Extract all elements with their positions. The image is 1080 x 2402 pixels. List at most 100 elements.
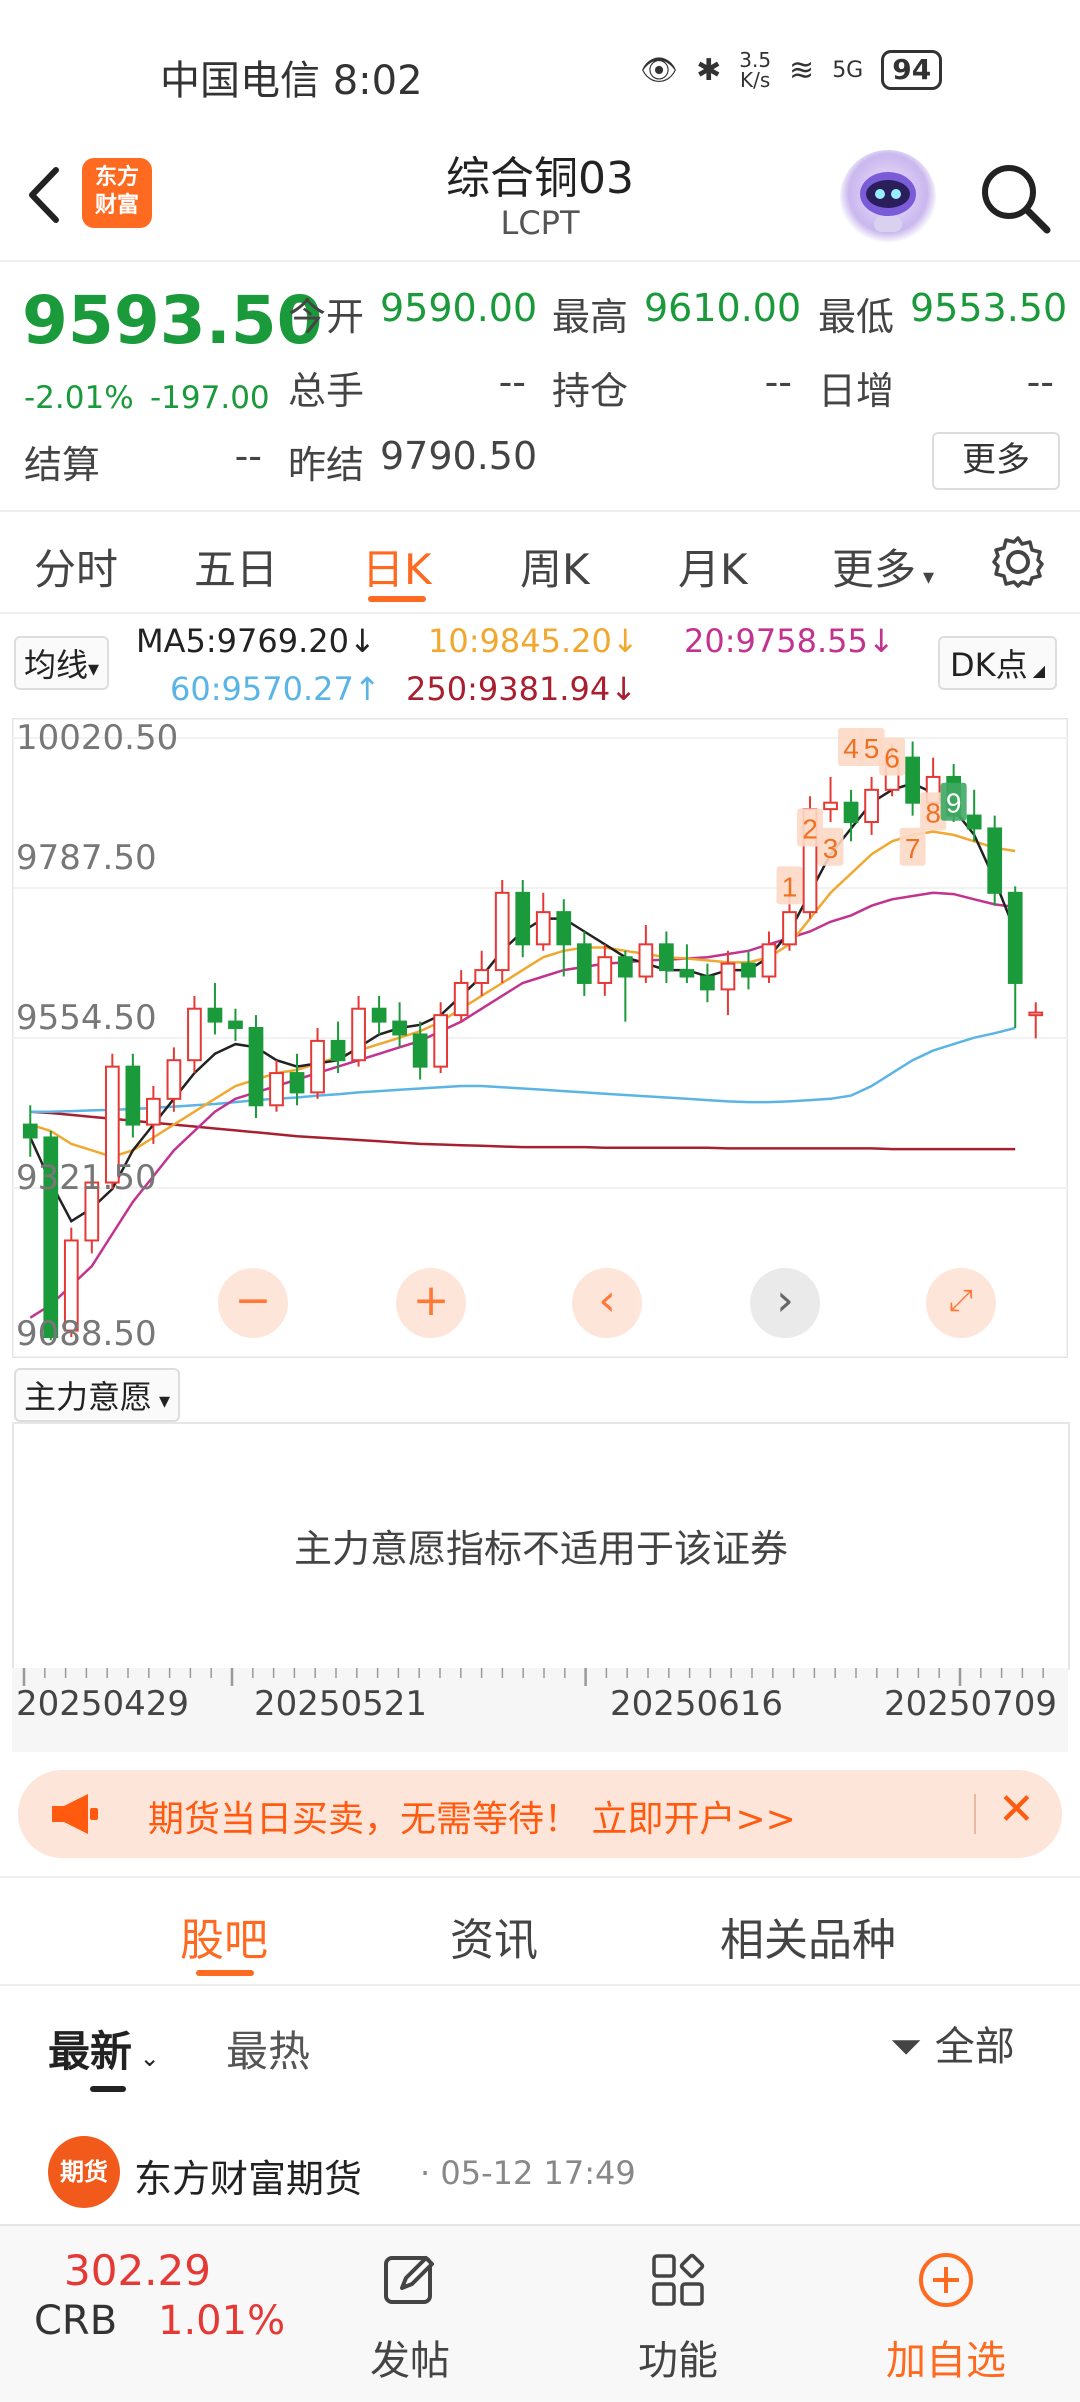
app-header: 东方 财富 综合铜03 LCPT: [0, 140, 1080, 262]
crb-percent: 1.01%: [158, 2298, 286, 2344]
dk-mark-label: 5: [864, 733, 880, 764]
date-label-1: 20250429: [16, 1684, 190, 1724]
candle-body: [22, 1123, 38, 1139]
zoom-in-button[interactable]: +: [396, 1268, 466, 1338]
open-label: 今开: [288, 295, 365, 339]
open-account-banner[interactable]: 期货当日买卖，无需等待！ 立即开户>> ✕: [18, 1770, 1062, 1858]
change-percent: -2.01%: [24, 380, 134, 416]
filter-icon: ⏷: [890, 2024, 935, 2070]
candle-body: [782, 911, 797, 946]
eye-icon: 👁: [640, 52, 679, 88]
moving-average-legend: 均线▾ MA5:9769.20↓ 10:9845.20↓ 20:9758.55↓…: [0, 612, 1080, 720]
search-icon[interactable]: [975, 158, 1055, 238]
robot-assistant-icon[interactable]: [840, 150, 936, 246]
candle-body: [310, 1039, 325, 1094]
ma250-line: [30, 1110, 1016, 1151]
candle-body: [843, 801, 859, 824]
crb-ticker[interactable]: 302.29 CRB 1.01%: [0, 2226, 300, 2402]
indicator-message: 主力意愿指标不适用于该证券: [293, 1527, 788, 1571]
ma60-value: 60:9570.27↑: [170, 670, 381, 708]
fullscreen-icon[interactable]: ⤢: [926, 1268, 996, 1338]
daily-increase-label: 日增: [818, 369, 895, 413]
crb-name: CRB: [34, 2298, 118, 2344]
ma-selector-button[interactable]: 均线▾: [14, 636, 110, 690]
date-label-4: 20250709: [884, 1684, 1058, 1724]
low-label: 最低: [818, 295, 895, 339]
more-button[interactable]: 更多: [932, 432, 1060, 490]
ma20-value: 20:9758.55↓: [684, 622, 895, 660]
ma5-line: [29, 782, 1017, 1223]
candle-body: [761, 943, 777, 978]
candle-body: [864, 788, 879, 824]
tab-forum[interactable]: 股吧: [180, 1904, 268, 1968]
tab-weekly-k[interactable]: 周K: [520, 536, 590, 597]
candle-body: [720, 962, 736, 991]
tab-monthly-k[interactable]: 月K: [678, 536, 748, 597]
tab-five-day[interactable]: 五日: [194, 536, 278, 597]
candle-body: [453, 981, 469, 1017]
scroll-right-button[interactable]: ›: [750, 1268, 820, 1338]
net-speed-unit: K/s: [740, 68, 771, 92]
high-label: 最高: [552, 295, 629, 339]
ma-selector-label: 均线: [24, 646, 89, 684]
candle-body: [515, 891, 531, 946]
candle-body: [269, 1072, 284, 1107]
tab-daily-k[interactable]: 日K: [362, 536, 432, 597]
sort-latest[interactable]: 最新 ⌄: [48, 2018, 160, 2079]
settle-value: --: [234, 434, 262, 478]
add-watchlist-label: 加自选: [886, 2338, 1006, 2384]
status-icons: 👁 ✱ 3.5 K/s ≋ 5G 94: [640, 50, 943, 92]
candle-body: [412, 1033, 428, 1068]
status-bar: 中国电信 8:02 👁 ✱ 3.5 K/s ≋ 5G 94: [0, 0, 1080, 140]
banner-text: 期货当日买卖，无需等待！ 立即开户>>: [148, 1799, 796, 1840]
date-axis: 20250429 20250521 20250616 20250709: [12, 1668, 1068, 1752]
tab-more[interactable]: 更多 ▾: [832, 536, 934, 597]
dk-mark-label: 4: [843, 733, 859, 764]
tab-news[interactable]: 资讯: [450, 1904, 538, 1968]
candle-body: [1028, 1011, 1044, 1017]
filter-label: 全部: [934, 2024, 1015, 2070]
filter-button[interactable]: ⏷ 全部: [890, 2014, 1015, 2072]
candle-body: [905, 756, 920, 804]
ma250-value: 250:9381.94↓: [406, 670, 637, 708]
close-icon[interactable]: ✕: [998, 1784, 1035, 1835]
corner-triangle-icon: ◢: [1027, 661, 1046, 680]
scroll-left-button[interactable]: ‹: [572, 1268, 642, 1338]
sort-hot[interactable]: 最热: [226, 2018, 310, 2079]
y-axis-label-top: 10020.50: [16, 718, 179, 758]
candle-body: [576, 943, 592, 984]
post-label: 发帖: [370, 2338, 450, 2384]
kline-chart[interactable]: 123 456 789 10020.50 9787.50 9554.50 9321.…: [12, 718, 1068, 1358]
chevron-down-icon: ⌄: [132, 2044, 160, 2072]
candle-body: [659, 943, 674, 972]
y-axis-label-2: 9787.50: [16, 838, 157, 878]
kline-svg: 123 4 5 6 78 9: [12, 718, 1068, 1358]
candle-body: [741, 962, 756, 978]
ma10-value: 10:9845.20↓: [428, 622, 639, 660]
tab-intraday[interactable]: 分时: [34, 536, 118, 597]
candle-body: [166, 1059, 182, 1100]
post-author[interactable]: 东方财富期货: [134, 2148, 362, 2203]
settle-label: 结算: [24, 443, 101, 487]
indicator-panel: 主力意愿指标不适用于该证券: [12, 1422, 1070, 1670]
y-axis-label-bottom: 9088.50: [16, 1314, 157, 1354]
post-time: · 05-12 17:49: [420, 2154, 636, 2192]
zoom-out-button[interactable]: −: [218, 1268, 288, 1338]
dk-point-button[interactable]: DK点 ◢: [938, 636, 1058, 690]
prev-settle-label: 昨结: [288, 443, 365, 487]
candle-body: [125, 1065, 141, 1126]
plus-circle-icon: [919, 2253, 973, 2307]
edit-icon: [384, 2256, 434, 2304]
tab-related[interactable]: 相关品种: [720, 1904, 896, 1968]
prev-settle-value: 9790.50: [380, 434, 538, 478]
open-value: 9590.00: [380, 286, 538, 330]
active-section-indicator: [196, 1970, 254, 1976]
gear-icon[interactable]: [990, 534, 1046, 590]
bluetooth-icon: ✱: [696, 52, 722, 88]
position-label: 持仓: [552, 369, 629, 413]
avatar[interactable]: 期货: [48, 2136, 120, 2208]
candle-body: [433, 1014, 449, 1068]
dropdown-caret-icon: ▾: [916, 565, 935, 590]
sort-latest-label: 最新: [48, 2027, 133, 2076]
indicator-selector-button[interactable]: 主力意愿 ▾: [14, 1368, 181, 1422]
